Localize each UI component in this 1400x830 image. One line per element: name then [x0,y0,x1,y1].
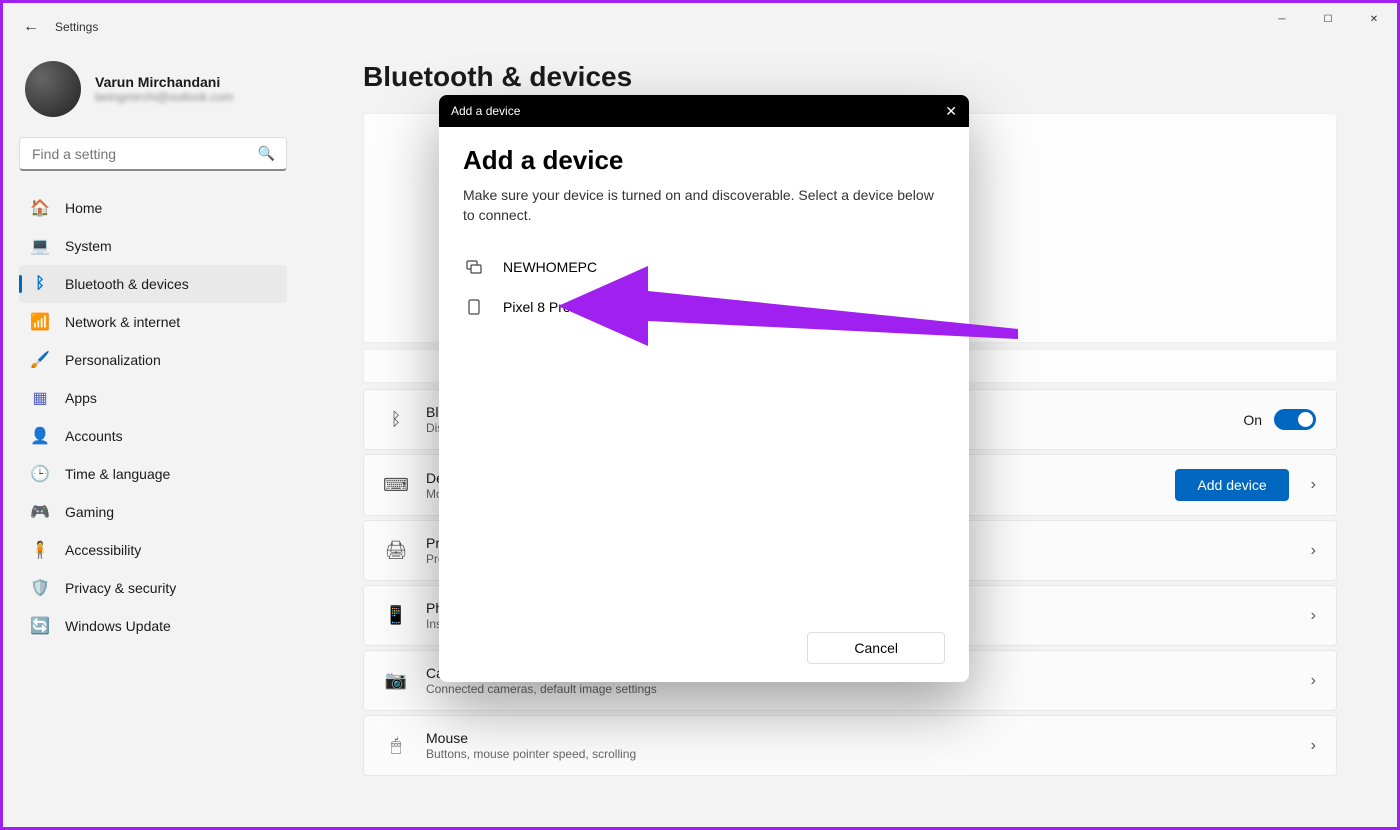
add-device-button[interactable]: Add device [1175,469,1288,501]
page-title: Bluetooth & devices [363,61,1337,93]
search-icon: 🔍 [258,145,275,162]
dialog-description: Make sure your device is turned on and d… [463,186,945,225]
brush-icon: 🖌️ [31,351,49,369]
minimize-button[interactable]: ─ [1259,3,1305,35]
clock-icon: 🕒 [31,465,49,483]
nav-list: 🏠 Home 💻 System ᛒ Bluetooth & devices 📶 Netw… [19,189,287,645]
device-item-pc[interactable]: NEWHOMEPC [463,247,945,287]
chevron-right-icon: › [1311,737,1316,755]
nav-label: Accessibility [65,542,141,558]
mouse-row[interactable]: 🖱 Mouse Buttons, mouse pointer speed, sc… [363,715,1337,776]
sidebar-item-accessibility[interactable]: 🧍 Accessibility [19,531,287,569]
back-button[interactable]: ← [15,11,47,43]
user-block[interactable]: Varun Mirchandani beingmirchi@outlook.co… [19,61,287,117]
bluetooth-row-icon: ᛒ [384,409,408,430]
dialog-header-title: Add a device [451,104,520,118]
bluetooth-icon: ᛒ [31,275,49,293]
cameras-row-sub: Connected cameras, default image setting… [426,682,1283,696]
titlebar: ← Settings ─ ☐ ✕ [3,3,1397,51]
devices-row-icon: ⌨ [384,475,408,496]
accessibility-icon: 🧍 [31,541,49,559]
mouse-row-sub: Buttons, mouse pointer speed, scrolling [426,747,1283,761]
dialog-close-button[interactable]: ✕ [945,103,957,120]
window-controls: ─ ☐ ✕ [1259,3,1397,35]
chevron-right-icon: › [1311,476,1316,494]
sidebar-item-privacy[interactable]: 🛡️ Privacy & security [19,569,287,607]
printer-icon: 🖨 [384,540,408,561]
search-input[interactable] [19,137,287,171]
chevron-right-icon: › [1311,542,1316,560]
sidebar-item-gaming[interactable]: 🎮 Gaming [19,493,287,531]
sidebar-item-update[interactable]: 🔄 Windows Update [19,607,287,645]
nav-label: Personalization [65,352,161,368]
app-title: Settings [55,20,98,34]
shield-icon: 🛡️ [31,579,49,597]
person-icon: 👤 [31,427,49,445]
user-email: beingmirchi@outlook.com [95,90,233,104]
nav-label: Time & language [65,466,170,482]
sidebar-item-bluetooth[interactable]: ᛒ Bluetooth & devices [19,265,287,303]
dialog-header: Add a device ✕ [439,95,969,127]
phone-icon: 📱 [384,605,408,626]
wifi-icon: 📶 [31,313,49,331]
sidebar-item-network[interactable]: 📶 Network & internet [19,303,287,341]
pc-icon [465,259,483,275]
device-item-phone[interactable]: Pixel 8 Pro [463,287,945,327]
avatar [25,61,81,117]
device-item-label: NEWHOMEPC [503,259,597,275]
sidebar: Varun Mirchandani beingmirchi@outlook.co… [3,51,303,827]
sidebar-item-accounts[interactable]: 👤 Accounts [19,417,287,455]
sidebar-item-time[interactable]: 🕒 Time & language [19,455,287,493]
nav-label: Bluetooth & devices [65,276,189,292]
update-icon: 🔄 [31,617,49,635]
nav-label: Windows Update [65,618,171,634]
apps-icon: ▦ [31,389,49,407]
sidebar-item-home[interactable]: 🏠 Home [19,189,287,227]
close-button[interactable]: ✕ [1351,3,1397,35]
phone-device-icon [465,299,483,315]
nav-label: Home [65,200,102,216]
nav-label: Privacy & security [65,580,176,596]
nav-label: Apps [65,390,97,406]
nav-label: System [65,238,112,254]
bluetooth-toggle[interactable] [1274,409,1316,430]
user-name: Varun Mirchandani [95,74,233,90]
mouse-row-title: Mouse [426,730,1283,746]
system-icon: 💻 [31,237,49,255]
gamepad-icon: 🎮 [31,503,49,521]
chevron-right-icon: › [1311,672,1316,690]
nav-label: Gaming [65,504,114,520]
add-device-dialog: Add a device ✕ Add a device Make sure yo… [439,95,969,682]
sidebar-item-apps[interactable]: ▦ Apps [19,379,287,417]
camera-icon: 📷 [384,670,408,691]
home-icon: 🏠 [31,199,49,217]
chevron-right-icon: › [1311,607,1316,625]
maximize-button[interactable]: ☐ [1305,3,1351,35]
sidebar-item-personalization[interactable]: 🖌️ Personalization [19,341,287,379]
cancel-button[interactable]: Cancel [807,632,945,664]
device-item-label: Pixel 8 Pro [503,299,571,315]
sidebar-item-system[interactable]: 💻 System [19,227,287,265]
dialog-title: Add a device [463,145,945,176]
nav-label: Network & internet [65,314,180,330]
toggle-label: On [1243,412,1262,428]
mouse-icon: 🖱 [384,735,408,756]
nav-label: Accounts [65,428,123,444]
search-wrap: 🔍 [19,137,287,171]
